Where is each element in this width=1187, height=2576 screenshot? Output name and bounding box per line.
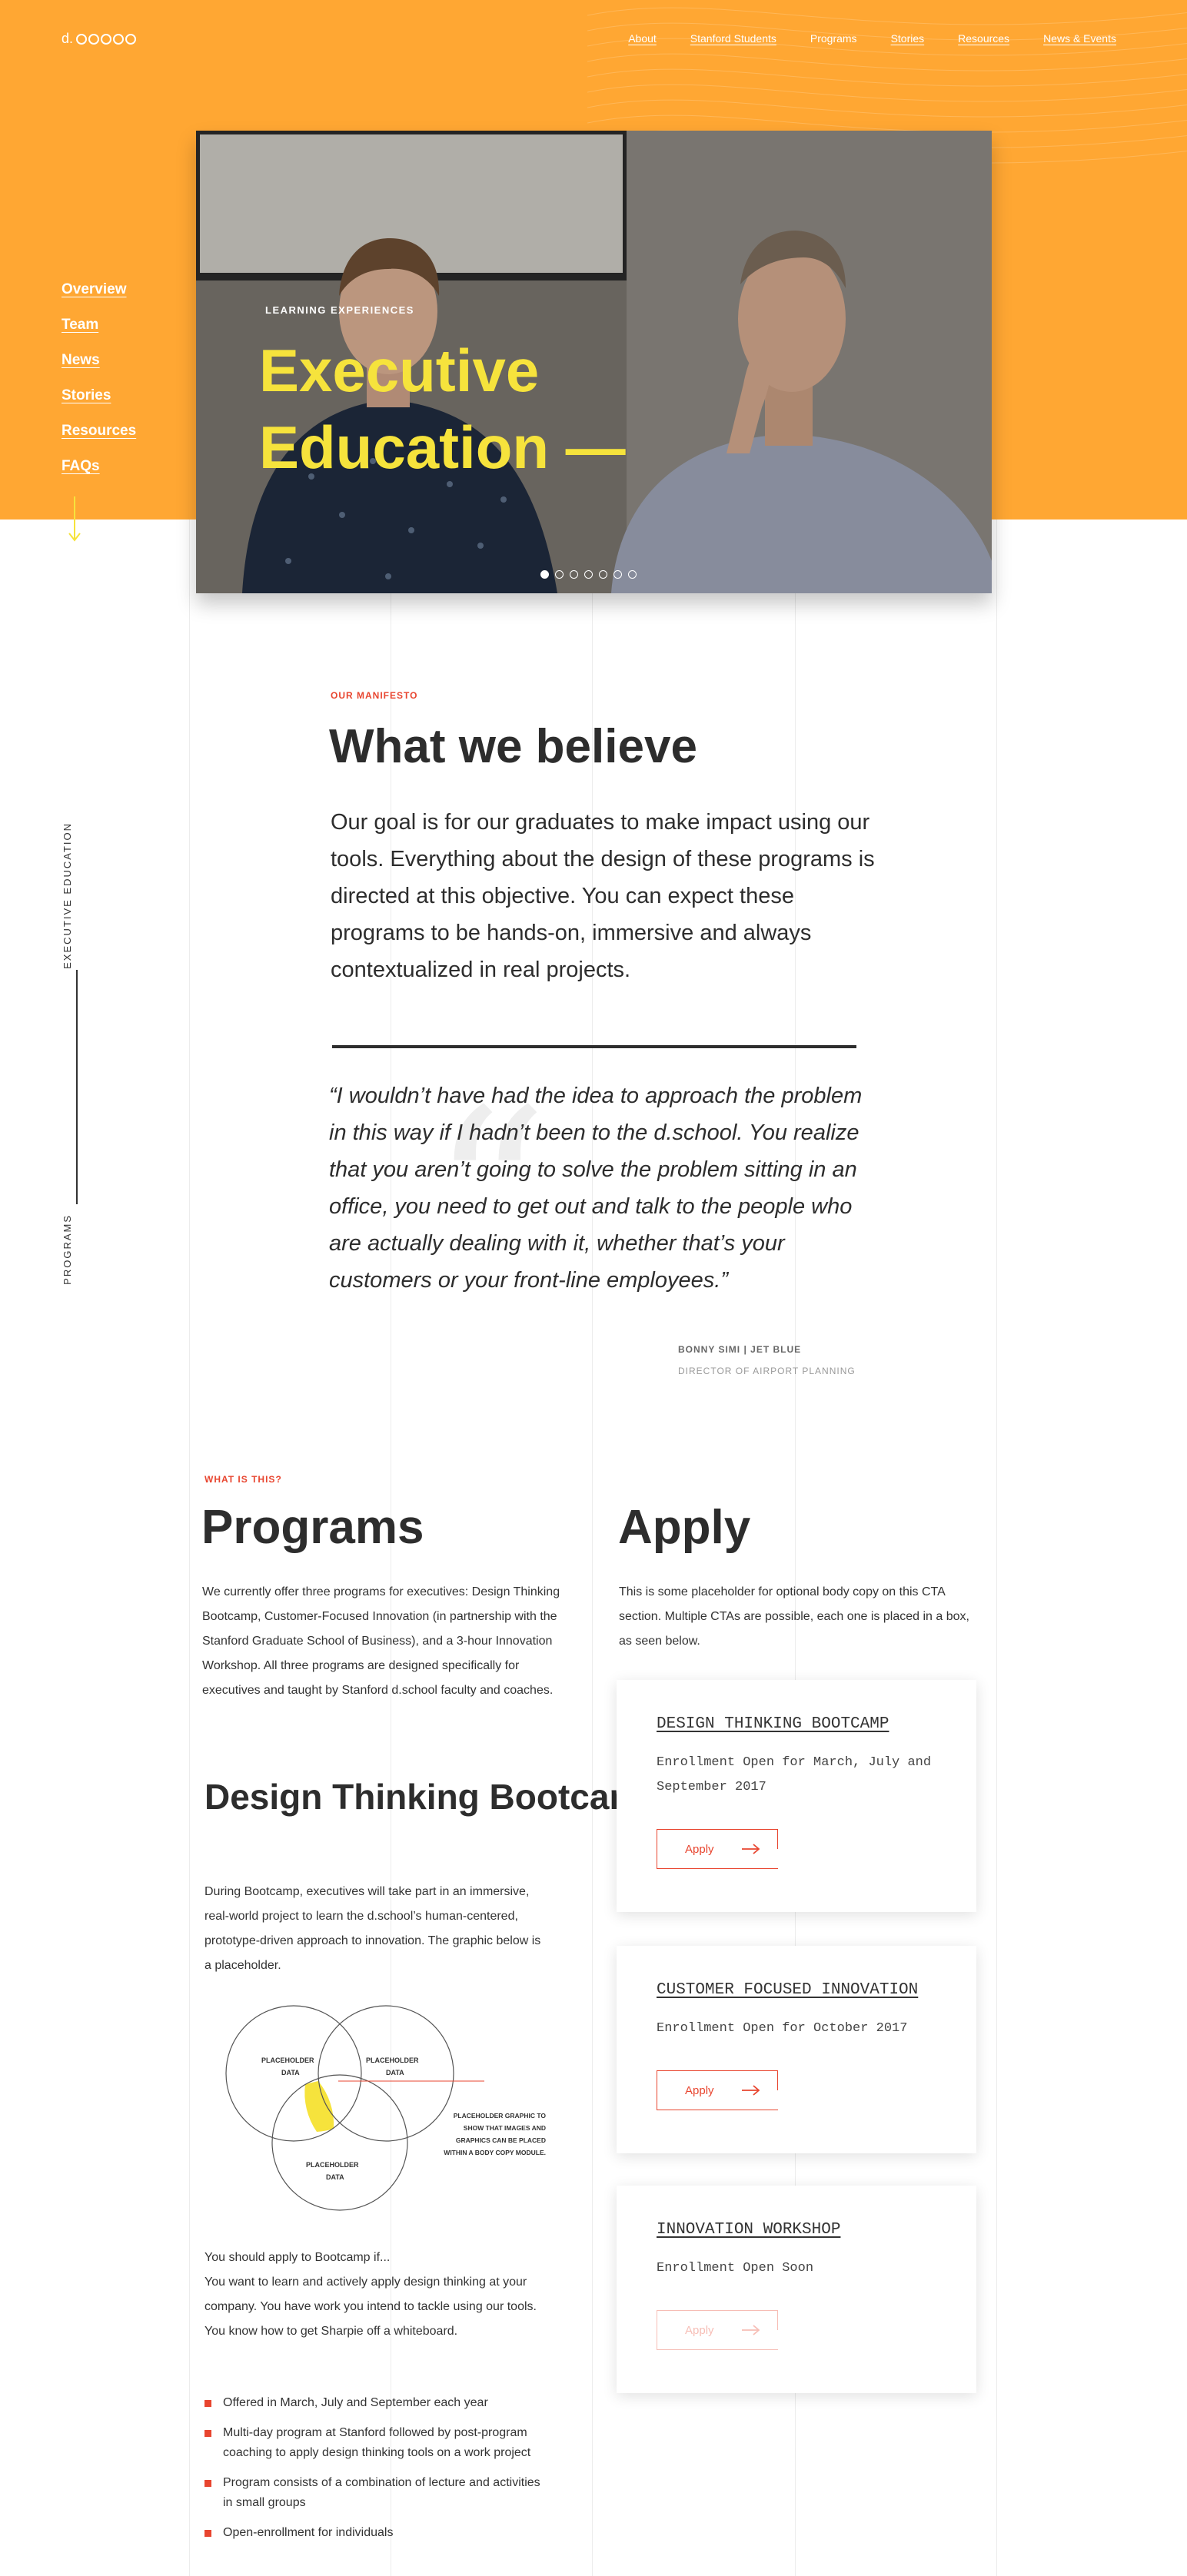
cta-card-customer-focused: CUSTOMER FOCUSED INNOVATION Enrollment O… (617, 1946, 976, 2153)
arrow-right-icon (741, 1844, 760, 1854)
cta-card-innovation-workshop: INNOVATION WORKSHOP Enrollment Open Soon… (617, 2186, 976, 2393)
programs-title: Programs (201, 1501, 424, 1554)
top-nav: About Stanford Students Programs Stories… (628, 32, 1116, 45)
slider-dot[interactable] (599, 570, 607, 579)
list-item: Program consists of a combination of lec… (204, 2473, 552, 2513)
manifesto-body: Our goal is for our graduates to make im… (331, 810, 875, 982)
svg-text:SHOW THAT IMAGES AND: SHOW THAT IMAGES AND (464, 2124, 546, 2132)
svg-text:WITHIN A BODY COPY MODULE.: WITHIN A BODY COPY MODULE. (444, 2149, 546, 2156)
dschool-logo[interactable]: d. (62, 31, 137, 47)
apply-button-customer-focused[interactable]: Apply (657, 2070, 778, 2110)
nav-news-events[interactable]: News & Events (1043, 32, 1116, 45)
sidebar-item-faqs[interactable]: FAQs (62, 458, 136, 475)
programs-label: WHAT IS THIS? (204, 1474, 282, 1485)
nav-resources[interactable]: Resources (958, 32, 1009, 45)
list-item: Multi-day program at Stanford followed b… (204, 2423, 552, 2463)
nav-programs[interactable]: Programs (810, 32, 857, 45)
side-nav: Overview Team News Stories Resources FAQ… (62, 281, 136, 475)
slider-dot[interactable] (613, 570, 622, 579)
slider-dot[interactable] (584, 570, 593, 579)
svg-text:GRAPHICS CAN BE PLACED: GRAPHICS CAN BE PLACED (456, 2136, 546, 2144)
apply-if-body: You want to learn and actively apply des… (204, 2276, 537, 2338)
slider-dot[interactable] (570, 570, 578, 579)
vertical-divider (76, 970, 78, 1204)
testimonial-quote: “I wouldn’t have had the idea to approac… (329, 1084, 863, 1293)
bootcamp-title: Design Thinking Bootcamp (204, 1777, 663, 1817)
sidebar-item-overview[interactable]: Overview (62, 281, 136, 298)
venn-label-3: PLACEHOLDER (306, 2161, 359, 2169)
apply-button-label: Apply (685, 2323, 714, 2337)
slider-dots (540, 570, 637, 579)
apply-button-label: Apply (685, 1842, 714, 1856)
hero-slider[interactable]: LEARNING EXPERIENCES Executive Education… (196, 131, 992, 593)
apply-title: Apply (618, 1501, 751, 1554)
venn-label-1: PLACEHOLDER (261, 2056, 314, 2064)
hero-title-line2: Education — (259, 413, 626, 481)
divider (332, 1045, 856, 1048)
logo-text: d. (62, 31, 74, 46)
cta-title-customer-focused[interactable]: CUSTOMER FOCUSED INNOVATION (657, 1981, 918, 1999)
nav-stories[interactable]: Stories (891, 32, 925, 45)
arrow-right-icon (741, 2085, 760, 2096)
slider-dot[interactable] (555, 570, 564, 579)
scroll-down-arrow-icon[interactable] (68, 496, 81, 543)
quote-role: DIRECTOR OF AIRPORT PLANNING (678, 1366, 856, 1376)
hero-title: Executive Education — (259, 332, 626, 486)
cta-body-innovation-workshop: Enrollment Open Soon (657, 2261, 814, 2276)
list-item: Offered in March, July and September eac… (204, 2393, 552, 2413)
venn-note: PLACEHOLDER GRAPHIC TO SHOW THAT IMAGES … (444, 2112, 546, 2156)
venn-label-2: PLACEHOLDER (366, 2056, 419, 2064)
sidebar-item-resources[interactable]: Resources (62, 423, 136, 440)
sidebar-item-stories[interactable]: Stories (62, 387, 136, 404)
cta-card-bootcamp: DESIGN THINKING BOOTCAMP Enrollment Open… (617, 1680, 976, 1912)
slider-dot[interactable] (540, 570, 549, 579)
vertical-label-programs: PROGRAMS (62, 1214, 73, 1285)
hero-eyebrow: LEARNING EXPERIENCES (265, 304, 414, 316)
bootcamp-body: During Bootcamp, executives will take pa… (204, 1885, 541, 1972)
nav-stanford-students[interactable]: Stanford Students (690, 32, 776, 45)
hero-title-line1: Executive (259, 337, 540, 404)
apply-body: This is some placeholder for optional bo… (619, 1585, 969, 1648)
grid-line (996, 520, 997, 2576)
sidebar-item-news[interactable]: News (62, 352, 136, 369)
venn-diagram: PLACEHOLDER DATA PLACEHOLDER DATA PLACEH… (225, 2005, 546, 2211)
nav-about[interactable]: About (628, 32, 657, 45)
apply-if-heading: You should apply to Bootcamp if... (204, 2251, 391, 2264)
arrow-right-icon (741, 2325, 760, 2335)
cta-title-innovation-workshop[interactable]: INNOVATION WORKSHOP (657, 2221, 840, 2239)
cta-body-bootcamp: Enrollment Open for March, July and Sept… (657, 1755, 932, 1794)
bootcamp-details-list: Offered in March, July and September eac… (204, 2393, 552, 2553)
apply-button-label: Apply (685, 2083, 714, 2097)
cta-body-customer-focused: Enrollment Open for October 2017 (657, 2021, 908, 2036)
cta-title-bootcamp[interactable]: DESIGN THINKING BOOTCAMP (657, 1715, 889, 1733)
apply-button-innovation-workshop[interactable]: Apply (657, 2310, 778, 2350)
quote-author: BONNY SIMI | JET BLUE (678, 1344, 802, 1355)
manifesto-title: What we believe (329, 720, 697, 773)
vertical-label-executive-education: EXECUTIVE EDUCATION (62, 822, 73, 969)
sidebar-item-team[interactable]: Team (62, 317, 136, 334)
programs-body: We currently offer three programs for ex… (202, 1585, 560, 1697)
slider-dot[interactable] (628, 570, 637, 579)
manifesto-label: OUR MANIFESTO (331, 690, 418, 701)
svg-text:PLACEHOLDER GRAPHIC TO: PLACEHOLDER GRAPHIC TO (454, 2112, 547, 2120)
list-item: Open-enrollment for individuals (204, 2523, 552, 2543)
logo-dots-icon (76, 33, 137, 45)
venn-label-2b: DATA (386, 2069, 404, 2076)
venn-label-1b: DATA (281, 2069, 300, 2076)
grid-line (189, 520, 190, 2576)
venn-label-3b: DATA (326, 2173, 344, 2181)
apply-button-bootcamp[interactable]: Apply (657, 1829, 778, 1869)
